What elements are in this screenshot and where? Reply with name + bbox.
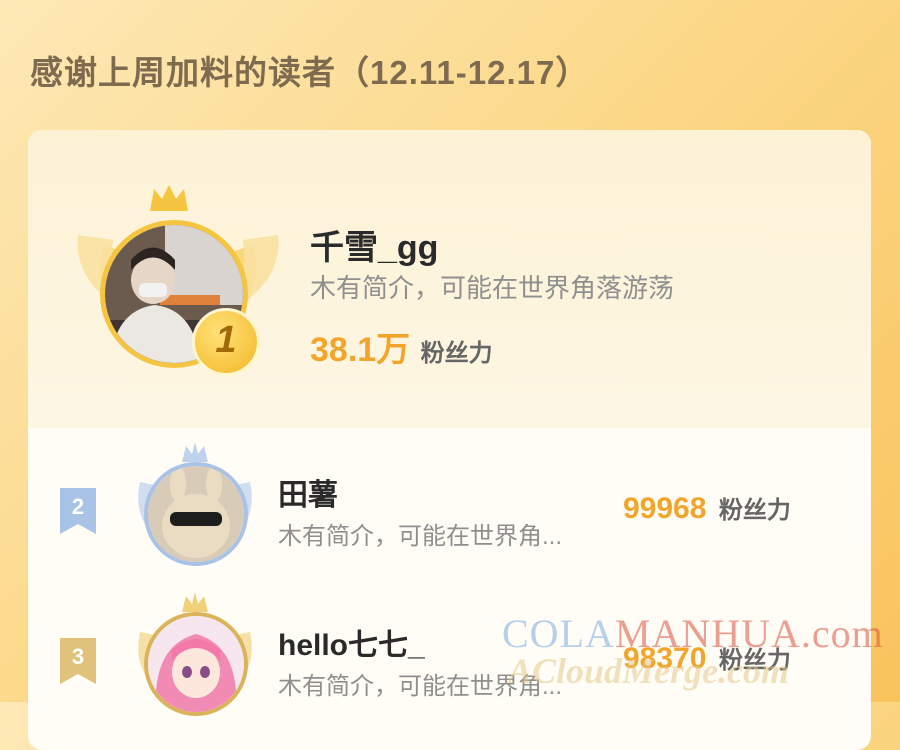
top-reader-section[interactable]: 1 千雪_gg 木有简介，可能在世界角落游荡 38.1万 粉丝力 [28, 130, 871, 428]
rank-number: 2 [71, 494, 85, 519]
page-title: 感谢上周加料的读者（12.11-12.17） [30, 54, 590, 91]
reader-intro: 木有简介，可能在世界角... [278, 523, 563, 550]
anime-avatar-icon [148, 616, 244, 712]
watermark-acloudmerge: ACloudMerge.com [508, 651, 790, 691]
reader-name[interactable]: hello七七_ [278, 620, 425, 664]
rank-number: 1 [215, 319, 237, 361]
fans-unit: 粉丝力 [718, 497, 791, 524]
avatar[interactable] [144, 612, 248, 716]
fans-value: 99968 [623, 492, 707, 525]
fans-power: 38.1万 粉丝力 [310, 322, 493, 371]
fans-unit: 粉丝力 [420, 340, 493, 367]
rank-number: 3 [71, 644, 85, 669]
avatar[interactable] [144, 462, 248, 566]
crown-icon [150, 185, 188, 211]
reader-intro: 木有简介，可能在世界角落游荡 [310, 273, 675, 303]
reader-name[interactable]: 田薯 [278, 470, 338, 514]
reader-name[interactable]: 千雪_gg [310, 220, 438, 269]
rank-1-medal-icon: 1 [192, 308, 260, 376]
list-item[interactable]: 2 田薯 木有简介，可能在世界角... 99968 粉丝力 [28, 440, 871, 580]
plush-avatar-icon [148, 466, 244, 562]
fans-power: 99968 粉丝力 [623, 490, 791, 526]
fans-value: 38.1万 [310, 331, 411, 369]
